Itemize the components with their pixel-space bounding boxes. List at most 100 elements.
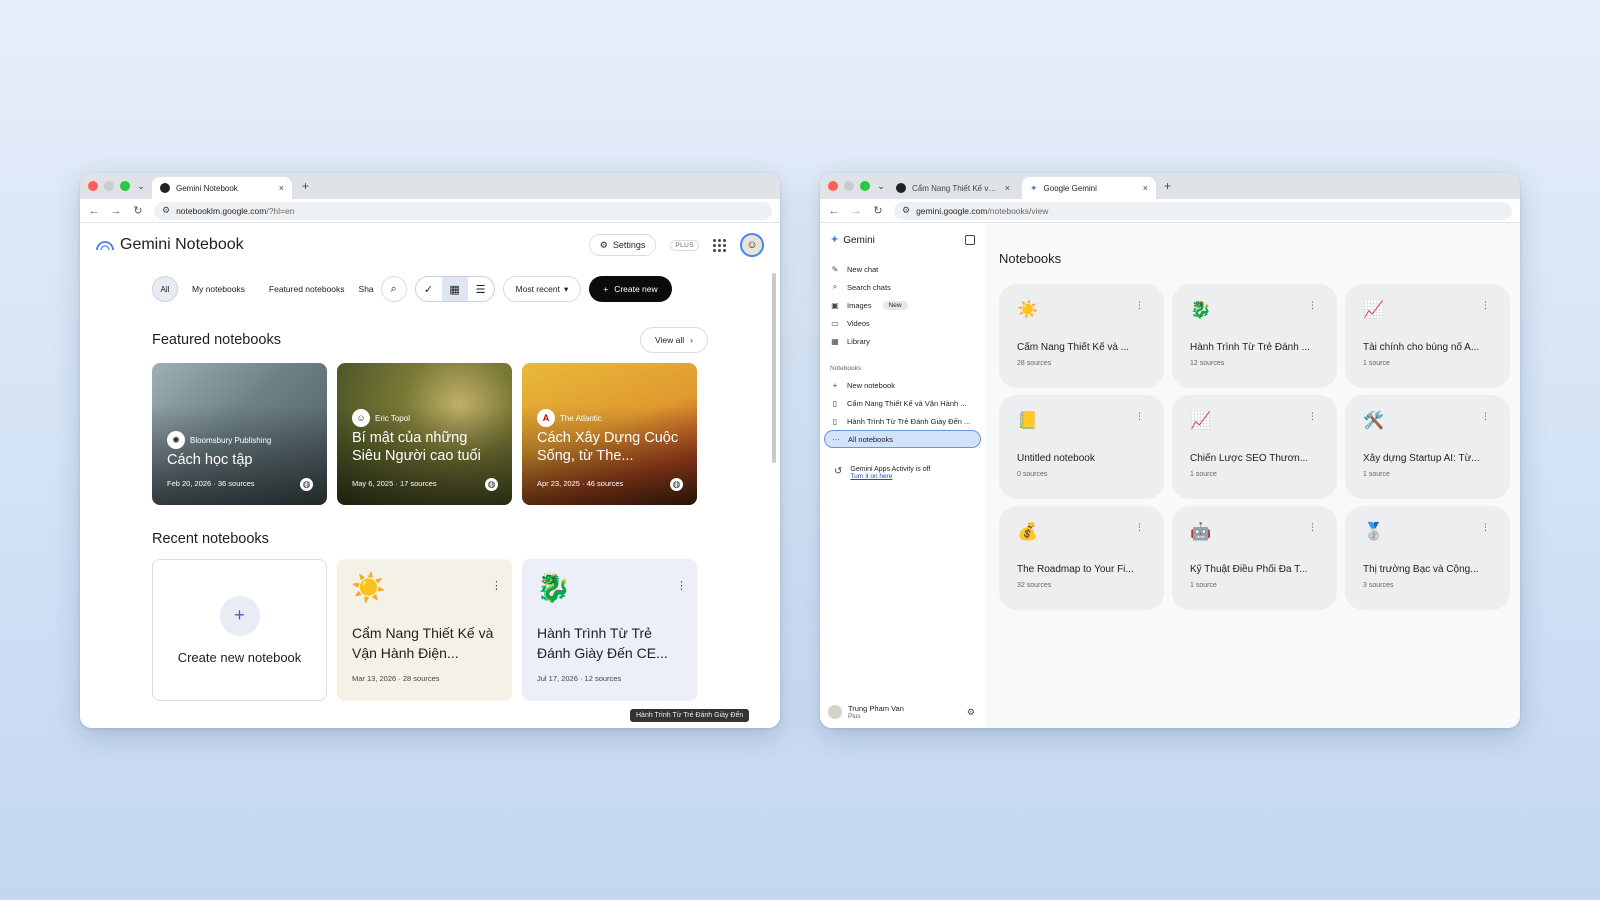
sidebar-item-notebook[interactable]: ▯ Cẩm Nang Thiết Kế và Vận Hành ... bbox=[824, 394, 981, 412]
filter-my-notebooks[interactable]: My notebooks bbox=[182, 284, 255, 294]
sidebar-item-all-notebooks[interactable]: ··· All notebooks bbox=[824, 430, 981, 448]
featured-card[interactable]: A The Atlantic Cách Xây Dựng Cuộc Sống, … bbox=[522, 363, 697, 505]
gemini-star-icon: ✦ bbox=[1030, 182, 1038, 193]
account-avatar[interactable]: ☺ bbox=[740, 233, 764, 257]
more-options-icon[interactable]: ⋮ bbox=[1308, 300, 1317, 311]
more-options-icon[interactable]: ⋮ bbox=[491, 579, 502, 592]
create-notebook-label: Create new notebook bbox=[177, 649, 302, 665]
page-scrollbar[interactable] bbox=[772, 273, 776, 463]
back-icon[interactable]: ← bbox=[828, 205, 840, 217]
grid-view-icon[interactable]: ▦ bbox=[441, 277, 468, 301]
caret-down-icon: ▾ bbox=[563, 283, 569, 294]
sidebar-item-notebook[interactable]: ▯ Hành Trình Từ Trẻ Đánh Giày Đến ... bbox=[824, 412, 981, 430]
featured-card[interactable]: ☺ Eric Topol Bí mật của những Siêu Người… bbox=[337, 363, 512, 505]
more-options-icon[interactable]: ⋮ bbox=[1135, 411, 1144, 422]
notebook-icon: 📒 bbox=[1017, 411, 1039, 430]
create-notebook-card[interactable]: + Create new notebook bbox=[152, 559, 327, 701]
notebook-card[interactable]: 📒 ⋮ Untitled notebook 0 sources bbox=[999, 395, 1164, 499]
notebook-card[interactable]: 🥈 ⋮ Thị trường Bạc và Cộng... 3 sources bbox=[1345, 506, 1510, 610]
notebook-card[interactable]: 💰 ⋮ The Roadmap to Your Fi... 32 sources bbox=[999, 506, 1164, 610]
tab-notebook[interactable]: Cẩm Nang Thiết Kế và Vận Hành × bbox=[888, 177, 1018, 199]
user-profile[interactable]: Trung Pham Van Plus ⚙ bbox=[828, 704, 975, 720]
new-tab-button[interactable]: + bbox=[1164, 179, 1171, 193]
more-options-icon[interactable]: ⋮ bbox=[1308, 411, 1317, 422]
sidebar-item-label: Images bbox=[847, 300, 872, 310]
plus-icon: + bbox=[603, 284, 609, 294]
chart-up-icon: 📈 bbox=[1363, 300, 1385, 319]
more-options-icon[interactable]: ⋮ bbox=[1135, 522, 1144, 533]
more-options-icon[interactable]: ⋮ bbox=[1481, 522, 1490, 533]
create-new-button[interactable]: + Create new bbox=[589, 276, 672, 302]
reload-icon[interactable]: ↻ bbox=[872, 204, 884, 217]
notebook-card[interactable]: ☀️ ⋮ Cẩm Nang Thiết Kế và Vận Hành Điện.… bbox=[337, 559, 512, 701]
filter-featured-notebooks[interactable]: Featured notebooks bbox=[259, 284, 355, 294]
forward-icon[interactable]: → bbox=[850, 205, 862, 217]
chevron-right-icon: › bbox=[690, 335, 693, 345]
search-icon[interactable]: ⌕ bbox=[380, 276, 407, 302]
site-info-icon[interactable]: ⚙ bbox=[162, 205, 170, 216]
sidebar-item-images[interactable]: ▣ Images New bbox=[824, 296, 981, 314]
list-view-icon[interactable]: ☰ bbox=[468, 277, 494, 301]
notebook-card[interactable]: ☀️ ⋮ Cẩm Nang Thiết Kế và ... 28 sources bbox=[999, 284, 1164, 388]
app-logo[interactable]: Gemini Notebook bbox=[96, 236, 244, 254]
notebook-card[interactable]: 🛠️ ⋮ Xây dựng Startup AI: Từ... 1 source bbox=[1345, 395, 1510, 499]
tab-search-icon[interactable]: ⌄ bbox=[134, 179, 148, 193]
public-globe-icon: ◍ bbox=[670, 478, 683, 491]
notebook-card[interactable]: 🐉 ⋮ Hành Trình Từ Trẻ Đánh Giày Đến CE..… bbox=[522, 559, 697, 701]
more-options-icon[interactable]: ⋮ bbox=[1481, 411, 1490, 422]
collapse-sidebar-icon[interactable] bbox=[965, 234, 975, 245]
more-options-icon[interactable]: ⋮ bbox=[1135, 300, 1144, 311]
notebook-card[interactable]: 📈 ⋮ Tài chính cho bùng nổ A... 1 source bbox=[1345, 284, 1510, 388]
more-options-icon[interactable]: ⋮ bbox=[1308, 522, 1317, 533]
filter-all-chip[interactable]: All bbox=[152, 276, 178, 302]
forward-icon[interactable]: → bbox=[110, 205, 122, 217]
more-options-icon[interactable]: ⋮ bbox=[676, 579, 687, 592]
featured-source-name: The Atlantic bbox=[560, 413, 602, 423]
notebooks-main: Notebooks ☀️ ⋮ Cẩm Nang Thiết Kế và ... 28 … bbox=[985, 223, 1520, 728]
close-tab-icon[interactable]: × bbox=[279, 183, 284, 193]
sort-dropdown[interactable]: Most recent ▾ bbox=[502, 276, 582, 302]
minimize-window-button[interactable] bbox=[844, 181, 854, 191]
new-tab-button[interactable]: + bbox=[302, 179, 309, 193]
activity-status: Gemini Apps Activity is off bbox=[850, 466, 931, 473]
plan-badge: PLUS bbox=[670, 239, 699, 251]
close-tab-icon[interactable]: × bbox=[1143, 183, 1148, 193]
address-bar[interactable]: ⚙ notebooklm.google.com/?hl=en bbox=[154, 201, 772, 220]
close-tab-icon[interactable]: × bbox=[1005, 183, 1010, 193]
sidebar-item-library[interactable]: ▦ Library bbox=[824, 332, 981, 350]
address-bar[interactable]: ⚙ gemini.google.com/notebooks/view bbox=[894, 201, 1512, 220]
tab-search-icon[interactable]: ⌄ bbox=[874, 179, 888, 193]
view-all-button[interactable]: View all › bbox=[640, 327, 708, 353]
close-window-button[interactable] bbox=[88, 181, 98, 191]
close-window-button[interactable] bbox=[828, 181, 838, 191]
sidebar-item-new-notebook[interactable]: + New notebook bbox=[824, 376, 981, 394]
featured-card[interactable]: ✺ Bloomsbury Publishing Cách học tập Feb… bbox=[152, 363, 327, 505]
notebook-browser-window: ⌄ Gemini Notebook × + ← → ↻ ⚙ notebooklm… bbox=[80, 173, 780, 728]
reload-icon[interactable]: ↻ bbox=[132, 204, 144, 217]
tab-google-gemini[interactable]: ✦ Google Gemini × bbox=[1022, 177, 1156, 199]
app-title: Gemini Notebook bbox=[120, 236, 244, 253]
notebook-card[interactable]: 🤖 ⋮ Kỹ Thuật Điều Phối Đa T... 1 source bbox=[1172, 506, 1337, 610]
minimize-window-button[interactable] bbox=[104, 181, 114, 191]
brand-name: Gemini bbox=[843, 235, 875, 246]
tab-gemini-notebook[interactable]: Gemini Notebook × bbox=[152, 177, 292, 199]
site-info-icon[interactable]: ⚙ bbox=[902, 205, 910, 216]
gear-icon: ⚙ bbox=[599, 239, 608, 250]
turn-on-activity-link[interactable]: Turn it on here bbox=[850, 473, 930, 480]
notebook-card[interactable]: 📈 ⋮ Chiến Lược SEO Thươn... 1 source bbox=[1172, 395, 1337, 499]
apps-grid-icon[interactable] bbox=[713, 238, 726, 252]
sidebar-item-search-chats[interactable]: ⌕ Search chats bbox=[824, 278, 981, 296]
sidebar-item-new-chat[interactable]: ✎ New chat bbox=[824, 260, 981, 278]
filter-shared-notebooks[interactable]: Sha bbox=[359, 284, 377, 294]
notebook-meta: 12 sources bbox=[1190, 360, 1225, 367]
more-horizontal-icon: ··· bbox=[832, 434, 840, 444]
more-options-icon[interactable]: ⋮ bbox=[1481, 300, 1490, 311]
back-icon[interactable]: ← bbox=[88, 205, 100, 217]
sidebar-item-videos[interactable]: ▭ Videos bbox=[824, 314, 981, 332]
author-avatar-icon: ☺ bbox=[352, 409, 370, 427]
maximize-window-button[interactable] bbox=[120, 181, 130, 191]
settings-button[interactable]: ⚙ Settings bbox=[588, 234, 657, 256]
gear-icon[interactable]: ⚙ bbox=[967, 707, 975, 718]
maximize-window-button[interactable] bbox=[860, 181, 870, 191]
notebook-card[interactable]: 🐉 ⋮ Hành Trình Từ Trẻ Đánh ... 12 sources bbox=[1172, 284, 1337, 388]
